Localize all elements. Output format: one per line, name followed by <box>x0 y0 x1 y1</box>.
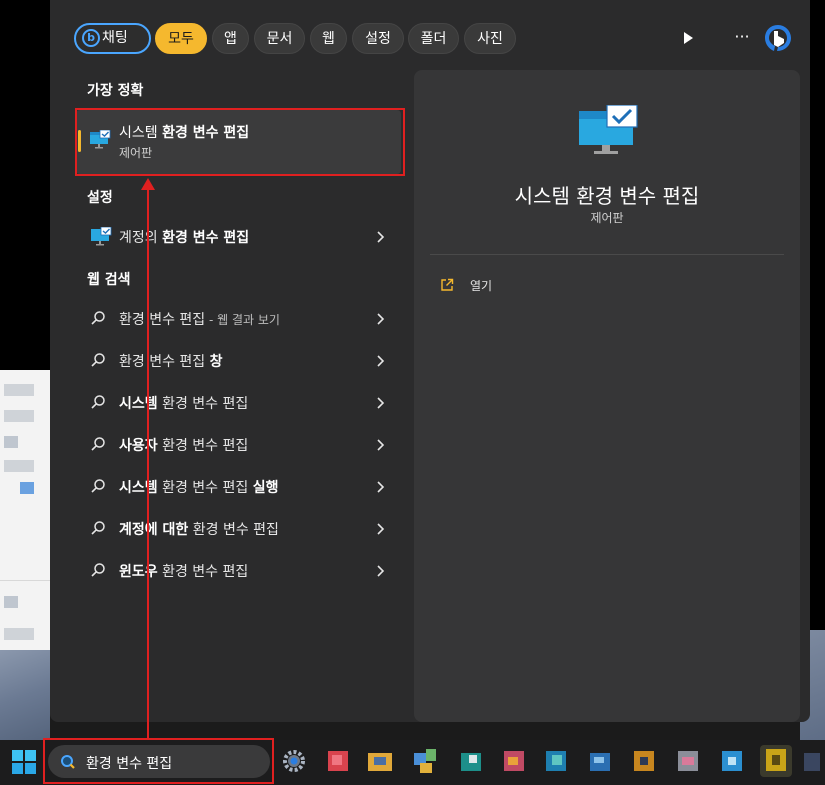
taskbar-app-icon[interactable] <box>364 745 396 777</box>
blurred-content <box>20 482 34 494</box>
divider <box>430 254 784 255</box>
chevron-right-icon[interactable] <box>375 563 385 577</box>
web-result-label: 환경 변수 편집 - 웹 결과 보기 <box>119 312 280 328</box>
filter-label: 모두 <box>168 31 194 47</box>
search-icon <box>90 352 106 372</box>
taskbar-app-icon[interactable] <box>716 745 748 777</box>
chevron-right-icon[interactable] <box>375 353 385 367</box>
web-result[interactable]: 환경 변수 편집 - 웹 결과 보기 <box>76 298 401 338</box>
chevron-right-icon[interactable] <box>375 437 385 451</box>
bing-icon[interactable] <box>762 22 794 54</box>
web-result[interactable]: 사용자 환경 변수 편집 <box>76 424 401 464</box>
filter-label: 웹 <box>322 31 335 47</box>
chevron-right-icon[interactable] <box>375 395 385 409</box>
open-label: 열기 <box>470 279 493 293</box>
filter-settings[interactable]: 설정 <box>352 23 404 54</box>
filter-documents[interactable]: 문서 <box>254 23 305 54</box>
background-window <box>0 370 50 650</box>
taskbar-app-icon[interactable] <box>628 745 660 777</box>
web-result-label: 시스템 환경 변수 편집 <box>119 396 249 412</box>
section-web-search: 웹 검색 <box>87 272 131 288</box>
search-icon <box>90 394 106 414</box>
web-result-label: 환경 변수 편집 창 <box>119 354 223 370</box>
open-external-icon <box>440 277 454 296</box>
taskbar-app-icon[interactable] <box>584 745 616 777</box>
filter-label: 폴더 <box>420 31 447 47</box>
blurred-content <box>4 410 34 422</box>
annotation-highlight <box>43 738 274 784</box>
chevron-right-icon[interactable] <box>375 479 385 493</box>
web-result[interactable]: 윈도우 환경 변수 편집 <box>76 550 401 590</box>
taskbar-app-icon[interactable] <box>322 745 354 777</box>
web-result-label: 시스템 환경 변수 편집 실행 <box>119 480 279 496</box>
filter-label: 채팅 <box>102 30 128 46</box>
taskbar-app-icon[interactable] <box>498 745 530 777</box>
section-best-match: 가장 정확 <box>87 83 144 99</box>
annotation-arrow-head <box>141 178 155 190</box>
taskbar-app-icon[interactable] <box>455 745 487 777</box>
annotation-highlight <box>75 108 405 176</box>
search-icon <box>90 478 106 498</box>
monitor-check-icon <box>577 104 639 161</box>
annotation-arrow <box>147 186 149 738</box>
more-options-button[interactable]: ··· <box>730 26 754 50</box>
desktop-background <box>0 0 50 370</box>
windows-start-icon[interactable] <box>10 748 38 776</box>
settings-gear-icon[interactable] <box>278 745 310 777</box>
chevron-right-icon[interactable] <box>375 521 385 535</box>
filter-web[interactable]: 웹 <box>310 23 347 54</box>
web-result[interactable]: 시스템 환경 변수 편집 실행 <box>76 466 401 506</box>
settings-result-label: 계정의 환경 변수 편집 <box>119 230 250 246</box>
filter-photos[interactable]: 사진 <box>464 23 516 54</box>
blurred-content <box>4 384 34 396</box>
filter-label: 설정 <box>365 31 391 47</box>
settings-result[interactable]: 계정의 환경 변수 편집 <box>76 216 401 256</box>
detail-subtitle: 제어판 <box>590 211 624 225</box>
web-result[interactable]: 환경 변수 편집 창 <box>76 340 401 380</box>
blurred-content <box>4 596 18 608</box>
filter-all[interactable]: 모두 <box>155 23 207 54</box>
monitor-check-icon <box>90 226 112 251</box>
web-result[interactable]: 시스템 환경 변수 편집 <box>76 382 401 422</box>
desktop-wallpaper <box>0 650 50 740</box>
filter-chat[interactable]: b 채팅 <box>74 23 151 54</box>
blurred-content <box>4 460 34 472</box>
filter-folders[interactable]: 폴더 <box>408 23 459 54</box>
web-result[interactable]: 계정에 대한 환경 변수 편집 <box>76 508 401 548</box>
taskbar-app-icon[interactable] <box>540 745 572 777</box>
search-icon <box>90 520 106 540</box>
chevron-right-icon[interactable] <box>375 229 385 243</box>
web-result-label: 사용자 환경 변수 편집 <box>119 438 249 454</box>
blurred-content <box>4 628 34 640</box>
taskbar-app-icon[interactable] <box>760 745 792 777</box>
section-settings: 설정 <box>87 190 113 206</box>
detail-pane: 시스템 환경 변수 편집 제어판 열기 <box>414 70 800 722</box>
filter-apps[interactable]: 앱 <box>212 23 249 54</box>
filter-bar: b 채팅 모두 앱 문서 웹 설정 폴더 사진 ··· <box>50 0 810 66</box>
search-icon <box>90 310 106 330</box>
taskbar-app-icon[interactable] <box>410 745 442 777</box>
play-icon[interactable] <box>680 30 696 46</box>
taskbar-app-icon[interactable] <box>672 745 704 777</box>
detail-title: 시스템 환경 변수 편집 <box>514 184 700 208</box>
web-result-label: 계정에 대한 환경 변수 편집 <box>119 522 279 538</box>
filter-label: 문서 <box>266 31 293 47</box>
divider <box>0 580 50 581</box>
chevron-right-icon[interactable] <box>375 311 385 325</box>
search-icon <box>90 436 106 456</box>
filter-label: 사진 <box>477 31 503 47</box>
web-result-label: 윈도우 환경 변수 편집 <box>119 564 249 580</box>
bing-icon: b <box>82 29 100 47</box>
taskbar-app-icon[interactable] <box>800 745 825 777</box>
blurred-content <box>4 436 18 448</box>
filter-label: 앱 <box>224 31 237 47</box>
search-icon <box>90 562 106 582</box>
